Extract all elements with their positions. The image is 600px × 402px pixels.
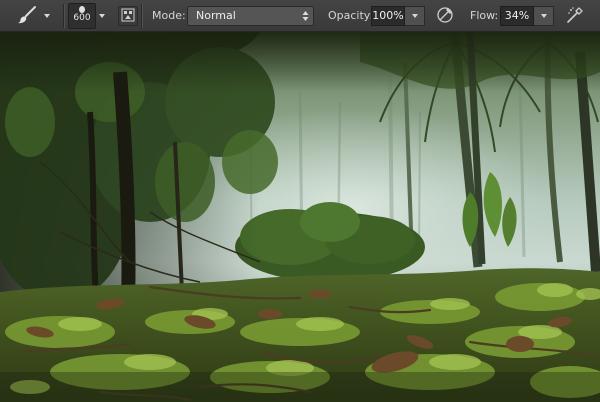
flow-slider-button[interactable] — [534, 6, 554, 26]
divider — [63, 4, 64, 28]
toggle-brush-panel-button[interactable] — [118, 6, 138, 26]
flow-label: Flow: — [470, 9, 499, 22]
opacity-slider-button[interactable] — [405, 6, 425, 26]
brush-panel-icon — [121, 8, 135, 25]
brush-size-value: 600 — [73, 13, 91, 23]
document-canvas[interactable] — [0, 32, 600, 402]
pressure-opacity-icon — [436, 6, 454, 27]
flow-input[interactable]: 34% — [500, 6, 534, 26]
photoshop-window: 600 Mode: Normal Opacity: 100% Flow: 34% — [0, 0, 600, 402]
airbrush-button[interactable] — [565, 6, 585, 26]
chevron-down-icon — [99, 14, 105, 18]
opacity-input[interactable]: 100% — [371, 6, 405, 26]
mode-label: Mode: — [152, 9, 186, 22]
brush-tip-icon — [79, 6, 85, 13]
chevron-down-icon — [411, 14, 418, 18]
opacity-label: Opacity: — [328, 9, 374, 22]
select-arrows-icon — [302, 10, 309, 22]
brush-size-dropdown[interactable] — [97, 6, 107, 26]
brush-size-picker[interactable]: 600 — [68, 3, 96, 29]
blend-mode-value: Normal — [196, 9, 236, 22]
divider — [141, 4, 142, 28]
forest-photo — [0, 32, 600, 402]
airbrush-icon — [566, 6, 584, 27]
options-bar: 600 Mode: Normal Opacity: 100% Flow: 34% — [0, 0, 600, 32]
chevron-down-icon — [540, 14, 547, 18]
blend-mode-select[interactable]: Normal — [187, 6, 314, 26]
pressure-opacity-button[interactable] — [435, 6, 455, 26]
chevron-down-icon — [44, 14, 50, 18]
tool-preset-picker[interactable] — [16, 4, 58, 28]
brush-icon — [16, 5, 38, 28]
